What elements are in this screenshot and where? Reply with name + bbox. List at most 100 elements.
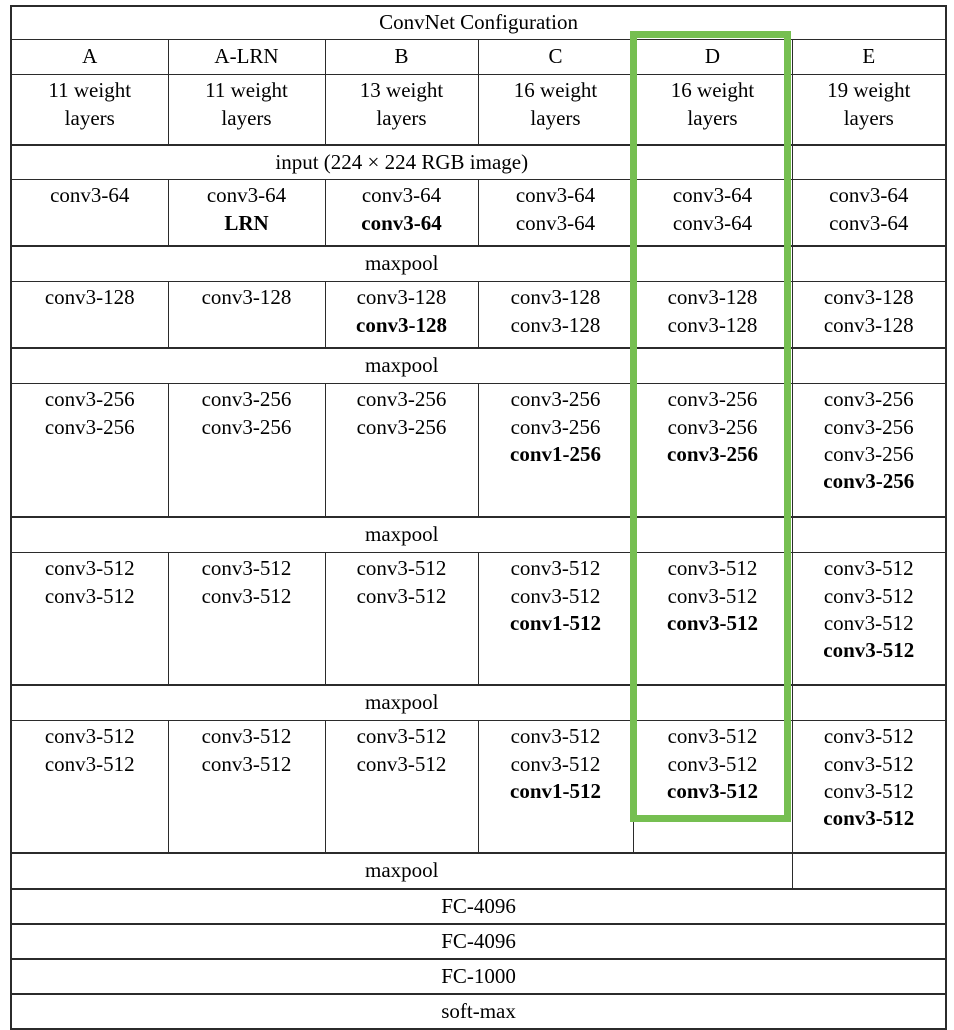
layer-spec: conv3-256: [823, 441, 914, 466]
page-title: ConvNet Configuration: [9, 5, 948, 41]
column-header-a-lrn: A-LRN: [167, 39, 326, 76]
weight-layers-line: 19 weight: [827, 78, 911, 103]
weight-layers-line: 11 weight: [48, 78, 132, 103]
conv-cell-e: conv3-512 conv3-512 conv3-512 conv3-512: [791, 720, 948, 854]
layer-spec: conv3-512: [356, 583, 447, 608]
layer-spec: conv3-512: [201, 556, 292, 581]
column-names-row: A A-LRN B C D E: [10, 39, 948, 76]
layer-spec: conv3-512: [667, 610, 758, 635]
maxpool-row-blank-e: [792, 684, 948, 722]
conv-cell-a-lrn: conv3-64 LRN: [167, 179, 326, 247]
layer-spec: conv3-128: [823, 285, 914, 310]
layer-spec: conv3-128: [667, 285, 758, 310]
footer-label: soft-max: [9, 993, 948, 1030]
conv-cell-e: conv3-128 conv3-128: [791, 281, 948, 349]
layer-spec: conv3-512: [667, 556, 758, 581]
column-header-a: A: [10, 39, 169, 76]
layer-spec: conv3-64: [829, 210, 909, 235]
layer-spec: conv3-512: [201, 583, 292, 608]
layer-spec: conv3-512: [44, 724, 135, 749]
conv-cell-b: conv3-256 conv3-256: [324, 383, 479, 518]
conv-cell-e: conv3-64 conv3-64: [791, 179, 948, 247]
conv-cell-a: conv3-512 conv3-512: [10, 720, 169, 854]
layer-spec: conv3-512: [201, 751, 292, 776]
maxpool-row: maxpool: [10, 347, 948, 385]
layer-spec: conv3-128: [823, 312, 914, 337]
layer-spec: conv3-64: [50, 183, 130, 208]
convnet-configuration-table-figure: ConvNet Configuration A A-LRN B C D E 11 weight…: [0, 0, 954, 1030]
layer-spec: conv3-128: [201, 285, 292, 310]
footer-label: FC-1000: [9, 958, 948, 995]
maxpool-row-blank-e: [792, 852, 948, 890]
maxpool-label: maxpool: [10, 516, 793, 554]
maxpool-row-blank-e: [792, 347, 948, 385]
layer-spec: conv3-256: [44, 414, 135, 439]
layer-spec: conv3-256: [356, 387, 447, 412]
layer-spec: conv3-512: [667, 778, 758, 803]
conv-cell-a-lrn: conv3-512 conv3-512: [167, 720, 326, 854]
layer-spec: conv3-512: [823, 638, 915, 663]
conv-cell-c: conv3-256 conv3-256 conv1-256: [477, 383, 634, 518]
conv-block-row-block-512-a: conv3-512 conv3-512 conv3-512 conv3-512 conv…: [10, 552, 948, 686]
layer-spec: conv1-512: [510, 778, 601, 803]
layer-spec: conv3-256: [667, 387, 758, 412]
input-description: input (224 × 224 RGB image): [10, 144, 793, 181]
conv-block-row-block-512-b: conv3-512 conv3-512 conv3-512 conv3-512 conv…: [10, 720, 948, 854]
weight-layers-d: 16 weight layers: [632, 74, 793, 147]
conv-block-row-block-128: conv3-128 conv3-128 conv3-128 conv3-128 conv…: [10, 281, 948, 349]
conv-cell-b: conv3-512 conv3-512: [324, 552, 479, 686]
layer-spec: conv3-256: [667, 414, 758, 439]
weight-layers-line: layers: [530, 105, 581, 130]
layer-spec: conv3-128: [510, 285, 601, 310]
weight-layers-line: 11 weight: [205, 78, 288, 103]
layer-spec: conv3-512: [667, 751, 758, 776]
footer-row: soft-max: [9, 993, 948, 1030]
layer-spec: conv1-256: [510, 441, 601, 466]
maxpool-row-blank-e: [792, 516, 948, 554]
layer-spec: conv1-512: [510, 610, 601, 635]
conv-cell-a-lrn: conv3-128: [167, 281, 326, 349]
conv-cell-b: conv3-64 conv3-64: [324, 179, 479, 247]
weight-layers-line: layers: [64, 105, 115, 130]
layer-spec: conv3-512: [823, 610, 914, 635]
conv-cell-a-lrn: conv3-256 conv3-256: [167, 383, 326, 518]
input-row-blank-e: [792, 144, 948, 181]
layer-spec: conv3-64: [672, 210, 753, 235]
conv-cell-e: conv3-256 conv3-256 conv3-256 conv3-256: [791, 383, 948, 518]
maxpool-label: maxpool: [10, 684, 793, 722]
maxpool-label: maxpool: [10, 347, 793, 385]
layer-spec: conv3-512: [510, 556, 601, 581]
column-header-d: D: [632, 39, 793, 76]
weight-layers-line: 13 weight: [359, 78, 444, 103]
weight-layers-line: layers: [376, 105, 427, 130]
layer-spec: conv3-512: [667, 724, 758, 749]
layer-spec: conv3-512: [44, 583, 135, 608]
layer-spec: conv3-512: [667, 583, 758, 608]
weight-layers-line: 16 weight: [670, 78, 755, 103]
layer-spec: conv3-256: [201, 414, 292, 439]
layer-spec: conv3-64: [361, 210, 442, 235]
weight-layers-a-lrn: 11 weight layers: [167, 74, 326, 147]
layer-spec: conv3-256: [823, 414, 914, 439]
layer-spec: conv3-64: [515, 210, 596, 235]
footer-label: FC-4096: [9, 888, 948, 925]
layer-spec: conv3-512: [510, 583, 601, 608]
layer-spec: conv3-128: [44, 285, 135, 310]
layer-spec: conv3-512: [44, 556, 135, 581]
maxpool-row: maxpool: [10, 516, 948, 554]
conv-cell-a: conv3-64: [10, 179, 169, 247]
conv-cell-d: conv3-512 conv3-512 conv3-512: [632, 552, 793, 686]
layer-spec: conv3-256: [823, 469, 915, 494]
conv-cell-a: conv3-512 conv3-512: [10, 552, 169, 686]
layer-spec: conv3-128: [510, 312, 601, 337]
weight-layers-line: 16 weight: [513, 78, 598, 103]
layer-spec: conv3-512: [201, 724, 292, 749]
layer-spec: conv3-512: [510, 724, 601, 749]
maxpool-row: maxpool: [10, 684, 948, 722]
maxpool-row: maxpool: [10, 245, 948, 283]
layer-spec: LRN: [224, 210, 269, 235]
layer-spec: conv3-256: [667, 441, 758, 466]
conv-block-row-block-64: conv3-64 conv3-64 LRN conv3-64 conv3-64 conv3…: [10, 179, 948, 247]
conv-cell-c: conv3-512 conv3-512 conv1-512: [477, 552, 634, 686]
maxpool-label: maxpool: [10, 245, 793, 283]
